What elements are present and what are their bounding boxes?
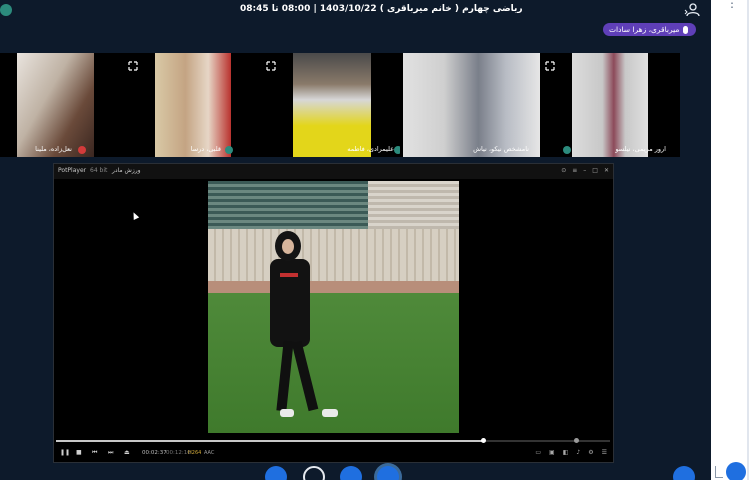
participant-tile[interactable]: نعل‌زاده، ملینا bbox=[17, 53, 94, 157]
screen-share-button[interactable] bbox=[265, 466, 287, 480]
seek-bar[interactable] bbox=[56, 438, 610, 443]
audio-icon[interactable]: ♪ bbox=[576, 449, 580, 456]
maximize-icon[interactable]: □ bbox=[592, 167, 598, 174]
participant-name: نعل‌زاده، ملینا bbox=[35, 145, 72, 153]
camera-button[interactable] bbox=[303, 466, 325, 480]
player-titlebar[interactable]: PotPlayer 64 bit ورزش مادر ⊙ ≡ – □ ✕ bbox=[54, 164, 613, 179]
mouse-cursor-icon bbox=[130, 211, 140, 220]
player-file-name: ورزش مادر bbox=[112, 167, 141, 174]
top-bar: ریاضی چهارم ( خانم میرباقری ) 1403/10/22… bbox=[0, 0, 711, 22]
close-icon[interactable]: ✕ bbox=[604, 167, 609, 174]
expand-icon[interactable] bbox=[266, 56, 276, 71]
previous-icon[interactable]: ⏮ bbox=[92, 449, 97, 457]
participant-video bbox=[155, 53, 231, 157]
shared-screen-player[interactable]: PotPlayer 64 bit ورزش مادر ⊙ ≡ – □ ✕ ❚❚ bbox=[53, 163, 614, 463]
total-time: 00:12:16 bbox=[166, 450, 191, 456]
send-button[interactable] bbox=[726, 462, 746, 480]
participant-strip: نعل‌زاده، ملینا قلبی، درسا علیمرادی، فاط… bbox=[0, 53, 680, 157]
side-panel-scrollbar[interactable] bbox=[747, 0, 749, 480]
participant-video bbox=[293, 53, 371, 157]
expand-icon[interactable] bbox=[545, 56, 555, 71]
menu-icon[interactable]: ≡ bbox=[572, 167, 577, 174]
speaker-name: میرباقری، زهرا سادات bbox=[609, 25, 680, 34]
participant-video bbox=[572, 53, 648, 157]
settings-icon[interactable]: ⚙ bbox=[588, 449, 593, 456]
active-speaker-chip: میرباقری، زهرا سادات bbox=[603, 23, 697, 36]
expand-icon[interactable] bbox=[128, 56, 138, 71]
mic-icon bbox=[225, 146, 233, 154]
collapse-icon[interactable] bbox=[715, 466, 723, 478]
participant-name: قلبی، درسا bbox=[190, 145, 221, 153]
add-button[interactable] bbox=[673, 466, 695, 480]
participant-tile[interactable]: قلبی، درسا bbox=[98, 53, 233, 157]
more-options-icon[interactable]: ⋮ bbox=[726, 0, 738, 9]
participant-tile[interactable]: علیمرادی، فاطمه bbox=[236, 53, 400, 157]
participant-video bbox=[403, 53, 540, 157]
playlist-icon[interactable]: ☰ bbox=[602, 449, 607, 456]
bottom-toolbar bbox=[0, 466, 711, 480]
microphone-button[interactable] bbox=[377, 466, 399, 480]
participants-icon[interactable] bbox=[684, 3, 700, 17]
participant-name: ارور مریمی، نیلسو bbox=[615, 145, 666, 153]
user-button[interactable] bbox=[340, 466, 362, 480]
video-codec-tag: H264 bbox=[188, 450, 202, 456]
seek-handle[interactable] bbox=[480, 438, 486, 443]
3d-icon[interactable]: ▣ bbox=[549, 449, 555, 456]
participant-name: نامشخص نیکو، نیاش bbox=[473, 145, 529, 153]
minimize-icon[interactable]: – bbox=[583, 167, 586, 174]
next-icon[interactable]: ⏭ bbox=[108, 449, 113, 457]
pause-icon[interactable]: ❚❚ bbox=[60, 449, 70, 456]
mic-icon bbox=[394, 146, 400, 154]
participant-name: علیمرادی، فاطمه bbox=[347, 145, 394, 153]
seek-progress bbox=[56, 440, 483, 442]
player-controls: ❚❚ ■ ⏮ ⏭ ⏏ 00:02:37 00:12:16 H264 AAC ▭ … bbox=[54, 447, 613, 462]
video-frame[interactable] bbox=[208, 181, 459, 433]
window-buttons: ⊙ ≡ – □ ✕ bbox=[561, 167, 609, 174]
microphone-icon bbox=[683, 25, 689, 34]
mic-icon bbox=[563, 146, 571, 154]
participant-tile[interactable]: نامشخص نیکو، نیاش bbox=[403, 53, 555, 157]
side-panel: ⋮ bbox=[711, 0, 750, 480]
open-file-icon[interactable]: ⏏ bbox=[124, 449, 130, 456]
subtitle-icon[interactable]: ▭ bbox=[535, 449, 541, 456]
volume-handle[interactable] bbox=[574, 438, 579, 443]
participant-tile[interactable]: ارور مریمی، نیلسو bbox=[543, 53, 680, 157]
stop-icon[interactable]: ■ bbox=[76, 449, 82, 456]
player-version: 64 bit bbox=[90, 167, 108, 174]
player-app-name: PotPlayer bbox=[58, 167, 87, 174]
current-time: 00:02:37 bbox=[142, 450, 167, 456]
capture-icon[interactable]: ◧ bbox=[563, 449, 569, 456]
pin-icon[interactable]: ⊙ bbox=[561, 167, 566, 174]
player-right-controls: ▭ ▣ ◧ ♪ ⚙ ☰ bbox=[535, 449, 607, 456]
audio-codec-tag: AAC bbox=[204, 450, 215, 456]
participant-video bbox=[17, 53, 94, 157]
back-icon[interactable] bbox=[0, 4, 12, 16]
session-title: ریاضی چهارم ( خانم میرباقری ) 1403/10/22… bbox=[240, 4, 523, 14]
mic-muted-icon bbox=[78, 146, 86, 154]
